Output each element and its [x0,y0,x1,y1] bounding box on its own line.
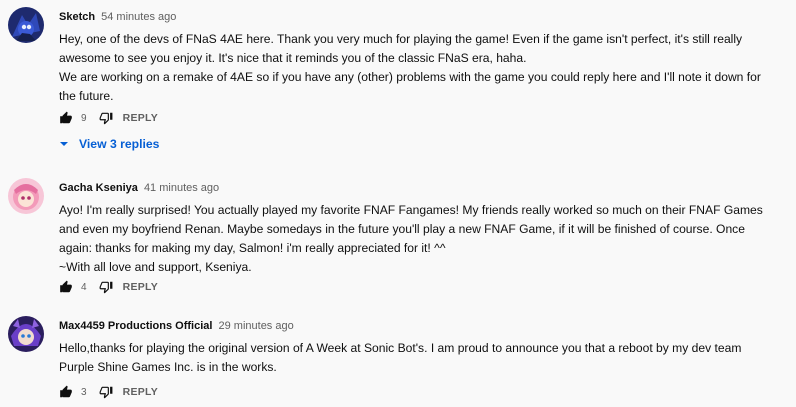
comment-header: Max4459 Productions Official 29 minutes … [59,319,788,333]
caret-down-icon [60,142,68,146]
like-count: 4 [81,281,87,293]
comment-text: Hello,thanks for playing the original ve… [59,341,742,374]
comment-actions: 4 REPLY [59,277,158,297]
view-replies-button[interactable]: View 3 replies [59,137,159,151]
gacha-avatar-icon [8,178,44,214]
reply-button[interactable]: REPLY [123,281,159,293]
like-count: 9 [81,112,87,124]
comment-actions: 3 REPLY [59,382,158,402]
author-name[interactable]: Sketch [59,11,95,23]
author-name[interactable]: Max4459 Productions Official [59,320,212,332]
like-icon[interactable] [59,280,73,294]
author-name[interactable]: Gacha Kseniya [59,182,138,194]
like-icon[interactable] [59,385,73,399]
dislike-icon[interactable] [99,385,113,399]
dislike-icon[interactable] [99,280,113,294]
timestamp[interactable]: 41 minutes ago [144,182,219,194]
character-avatar-icon [8,316,44,352]
timestamp[interactable]: 29 minutes ago [219,320,294,332]
avatar[interactable] [8,178,44,214]
comment-text: Hey, one of the devs of FNaS 4AE here. T… [59,32,761,103]
comment-text: Ayo! I'm really surprised! You actually … [59,203,763,274]
comment-header: Sketch 54 minutes ago [59,10,788,24]
avatar[interactable] [8,316,44,352]
sonic-avatar-icon [8,7,44,43]
comment-actions: 9 REPLY [59,108,158,128]
dislike-icon[interactable] [99,111,113,125]
view-replies-label: View 3 replies [79,137,160,151]
comment-header: Gacha Kseniya 41 minutes ago [59,181,788,195]
reply-button[interactable]: REPLY [123,112,159,124]
reply-button[interactable]: REPLY [123,386,159,398]
like-icon[interactable] [59,111,73,125]
like-count: 3 [81,386,87,398]
avatar[interactable] [8,7,44,43]
timestamp[interactable]: 54 minutes ago [101,11,176,23]
